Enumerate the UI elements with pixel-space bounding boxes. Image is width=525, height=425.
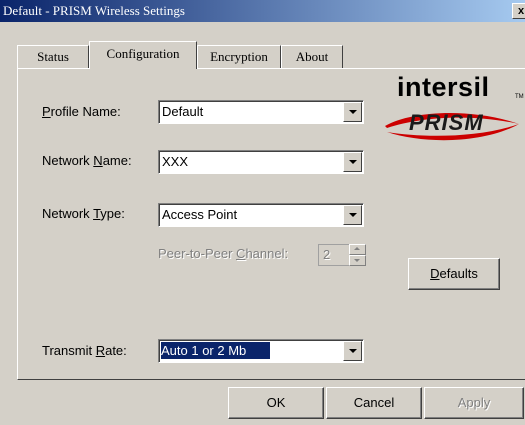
- defaults-button[interactable]: Defaults: [408, 258, 500, 290]
- channel-label-suffix: hannel:: [245, 246, 289, 261]
- channel-field[interactable]: 2: [318, 244, 350, 266]
- tab-about[interactable]: About: [281, 45, 343, 68]
- intersil-wordmark: intersil: [397, 72, 490, 102]
- channel-label: Peer-to-Peer Channel:: [158, 246, 288, 261]
- channel-spinner[interactable]: 2: [318, 244, 366, 266]
- intersil-prism-logo: intersil TM PRISM: [383, 72, 524, 152]
- tab-encryption[interactable]: Encryption: [197, 45, 281, 68]
- network-name-label-suffix: ame:: [102, 153, 132, 168]
- network-name-label: Network Name:: [42, 153, 132, 168]
- transmit-rate-label-suffix: ate:: [105, 343, 127, 358]
- network-type-label-suffix: ype:: [100, 206, 125, 221]
- transmit-rate-combo[interactable]: Auto 1 or 2 Mb: [158, 339, 364, 363]
- profile-name-combo[interactable]: Default: [158, 100, 364, 124]
- window-title: Default - PRISM Wireless Settings: [3, 3, 185, 18]
- network-name-label-prefix: Network: [42, 153, 94, 168]
- network-name-value: XXX: [162, 154, 189, 169]
- tab-configuration[interactable]: Configuration: [89, 41, 197, 69]
- profile-name-label: Profile Name:: [42, 104, 121, 119]
- trademark-mark: TM: [515, 94, 524, 100]
- network-name-combo[interactable]: XXX: [158, 150, 364, 174]
- cancel-button[interactable]: Cancel: [326, 387, 422, 419]
- transmit-rate-label-mnemonic: R: [95, 343, 106, 358]
- transmit-rate-value: Auto 1 or 2 Mb: [161, 342, 271, 359]
- network-type-label: Network Type:: [42, 206, 125, 221]
- channel-spin-buttons[interactable]: [349, 244, 366, 266]
- apply-button[interactable]: Apply: [424, 387, 524, 419]
- tab-status[interactable]: Status: [17, 45, 89, 68]
- spin-up-icon[interactable]: [349, 244, 366, 255]
- transmit-rate-label-prefix: Transmit: [42, 343, 96, 358]
- prism-wordmark: PRISM: [409, 110, 484, 135]
- chevron-down-icon[interactable]: [343, 102, 362, 122]
- profile-name-label-suffix: rofile Name:: [50, 104, 121, 119]
- ok-button[interactable]: OK: [228, 387, 324, 419]
- spin-down-icon[interactable]: [349, 255, 366, 266]
- profile-name-label-mnemonic: P: [42, 104, 51, 119]
- channel-label-prefix: Peer-to-Peer: [158, 246, 237, 261]
- settings-window: Default - PRISM Wireless Settings x Stat…: [0, 0, 525, 425]
- close-button[interactable]: x: [512, 3, 525, 19]
- channel-value: 2: [323, 247, 331, 262]
- network-type-combo[interactable]: Access Point: [158, 203, 364, 227]
- network-type-label-prefix: Network: [42, 206, 94, 221]
- title-bar[interactable]: Default - PRISM Wireless Settings x: [0, 0, 525, 22]
- defaults-label: efaults: [439, 266, 478, 281]
- network-name-label-mnemonic: N: [93, 153, 103, 168]
- defaults-mnemonic: D: [430, 266, 440, 281]
- chevron-down-icon[interactable]: [343, 205, 362, 225]
- profile-name-value: Default: [162, 104, 204, 119]
- chevron-down-icon[interactable]: [343, 152, 362, 172]
- chevron-down-icon[interactable]: [343, 341, 362, 361]
- transmit-rate-label: Transmit Rate:: [42, 343, 127, 358]
- network-type-value: Access Point: [162, 207, 238, 222]
